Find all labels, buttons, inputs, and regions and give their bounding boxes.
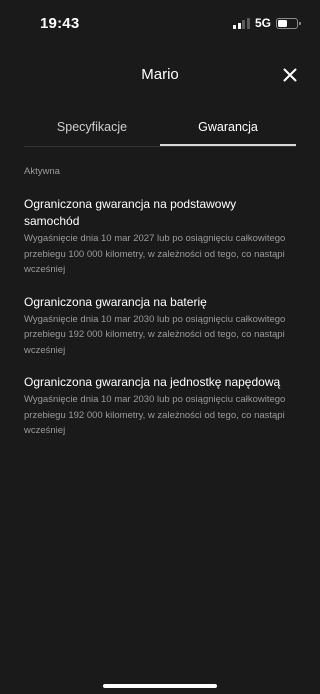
close-button[interactable] [280,65,300,85]
tab-warranty[interactable]: Gwarancja [160,108,296,146]
tabs-divider [24,146,296,147]
warranty-content: Aktywna Ograniczona gwarancja na podstaw… [24,160,294,455]
tab-specifications[interactable]: Specyfikacje [24,108,160,146]
warranty-description: Wygaśnięcie dnia 10 mar 2027 lub po osią… [24,233,286,275]
home-indicator[interactable] [103,684,217,688]
battery-icon [276,17,301,29]
close-icon [283,68,297,82]
section-label: Aktywna [24,166,60,177]
warranty-description: Wygaśnięcie dnia 10 mar 2030 lub po osią… [24,313,286,356]
page-title: Mario [141,66,179,83]
warranty-title: Ograniczona gwarancja na podstawowy samo… [24,197,237,228]
network-label: 5G [254,16,271,30]
warranty-item-base-vehicle: Ograniczona gwarancja na podstawowy samo… [24,196,294,278]
header: Mario [0,58,320,92]
tab-bar: Specyfikacje Gwarancja [24,108,296,146]
warranty-item-battery: Ograniczona gwarancja na baterię Wygaśni… [24,294,294,359]
warranty-title: Ograniczona gwarancja na baterię [24,294,207,309]
status-time: 19:43 [40,15,80,32]
warranty-description: Wygaśnięcie dnia 10 mar 2030 lub po osią… [24,394,286,436]
status-indicators: 5G [233,16,301,30]
warranty-item-drive-unit: Ograniczona gwarancja na jednostkę napęd… [24,374,294,439]
warranty-title: Ograniczona gwarancja na jednostkę napęd… [24,375,281,389]
status-bar: 19:43 5G [0,0,320,46]
signal-icon [233,17,250,29]
